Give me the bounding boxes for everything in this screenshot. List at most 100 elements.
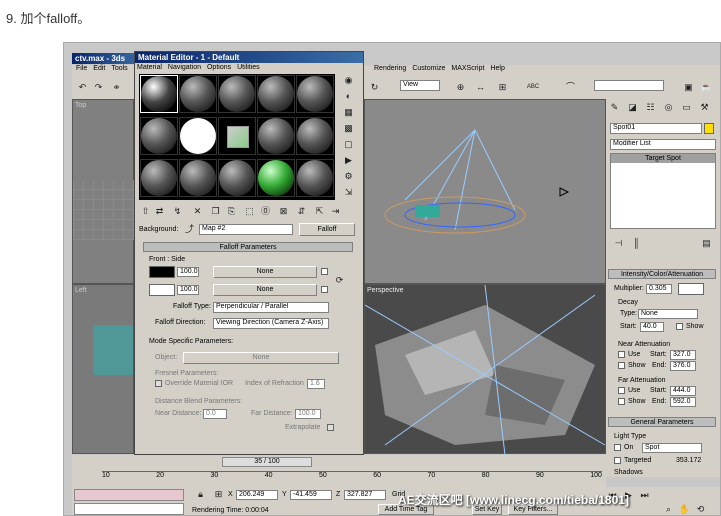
copy-material-icon[interactable]: ❐ [209, 205, 222, 218]
viewport-top[interactable] [364, 99, 606, 284]
menu-maxscript[interactable]: MAXScript [451, 65, 484, 72]
pin-stack-icon[interactable]: ⊣ [612, 237, 625, 250]
sample-slot-7[interactable] [179, 117, 217, 155]
link-icon[interactable]: ⚭ [110, 81, 123, 94]
side-color-swatch[interactable] [149, 284, 175, 296]
near-show-checkbox[interactable] [618, 362, 625, 369]
x-coordinate-field[interactable]: 206.249 [236, 490, 278, 500]
uv-tiling-icon[interactable]: ▩ [342, 122, 355, 135]
side-map-button[interactable]: None [213, 284, 317, 296]
sample-slot-3[interactable] [218, 75, 256, 113]
extrapolate-checkbox[interactable] [327, 424, 334, 431]
configure-sets-icon[interactable]: ▤ [700, 237, 713, 250]
rollout-general[interactable]: General Parameters [608, 417, 716, 427]
background-icon[interactable]: ▦ [342, 106, 355, 119]
select-icon[interactable]: ↻ [368, 81, 381, 94]
motion-tab-icon[interactable]: ◎ [662, 101, 675, 114]
show-end-result-icon[interactable]: ║ [630, 237, 643, 250]
track-bar-ticks[interactable]: 10 20 30 40 50 60 70 80 90 100 [102, 471, 602, 479]
pan-icon[interactable]: ✋ [678, 503, 691, 515]
object-pick-button[interactable]: None [183, 352, 339, 364]
override-ior-checkbox[interactable] [155, 380, 162, 387]
reset-map-icon[interactable]: ✕ [191, 205, 204, 218]
map-name-field[interactable]: Map #2 [199, 224, 293, 235]
viewport-perspective[interactable]: Perspective [364, 284, 606, 455]
map-type-button[interactable]: Falloff [299, 223, 355, 236]
align-icon[interactable]: ⊞ [496, 81, 509, 94]
decay-start-spinner[interactable]: 40.0 [640, 322, 664, 332]
sample-slot-11[interactable] [140, 159, 178, 197]
pivot-icon[interactable]: ⊕ [454, 81, 467, 94]
lock-selection-icon[interactable]: 🔒︎ [194, 488, 207, 501]
light-color-swatch[interactable] [678, 283, 704, 295]
prompt-line[interactable] [74, 503, 184, 515]
go-forward-sibling-icon[interactable]: ⇥ [329, 205, 342, 218]
swap-colors-icon[interactable]: ⟳ [333, 274, 346, 287]
mat-menu-navigation[interactable]: Navigation [168, 64, 201, 71]
multiplier-spinner[interactable]: 0.305 [646, 284, 672, 294]
named-selection-set[interactable] [594, 80, 664, 91]
menu-file[interactable]: File [76, 65, 87, 72]
menu-help[interactable]: Help [490, 65, 504, 72]
side-map-checkbox[interactable] [321, 286, 328, 293]
front-amount-spinner[interactable]: 100.0 [177, 267, 199, 277]
options-icon[interactable]: ⚙ [342, 170, 355, 183]
decay-show-checkbox[interactable] [676, 323, 683, 330]
zoom-icon[interactable]: ⌕ [662, 503, 675, 515]
put-to-library-icon[interactable]: ⬚ [243, 205, 256, 218]
mirror-icon[interactable]: ↔ [474, 81, 487, 94]
sample-slot-5[interactable] [296, 75, 334, 113]
front-map-button[interactable]: None [213, 266, 317, 278]
side-amount-spinner[interactable]: 100.0 [177, 285, 199, 295]
reference-coord-select[interactable]: View [400, 80, 440, 91]
redo-icon[interactable]: ↷ [92, 81, 105, 94]
targeted-checkbox[interactable] [614, 457, 621, 464]
sample-slot-8[interactable] [218, 117, 256, 155]
sample-slot-4[interactable] [257, 75, 295, 113]
curve-editor-icon[interactable]: ⌒ [564, 81, 577, 94]
sample-type-icon[interactable]: ◉ [342, 74, 355, 87]
mat-menu-material[interactable]: Material [137, 64, 162, 71]
sample-slot-13[interactable] [218, 159, 256, 197]
create-tab-icon[interactable]: ✎ [608, 101, 621, 114]
orbit-icon[interactable]: ⟲ [694, 503, 707, 515]
falloff-direction-select[interactable]: Viewing Direction (Camera Z-Axis) [213, 318, 329, 329]
object-name-field[interactable]: Spot01 [610, 123, 702, 134]
select-by-material-icon[interactable]: ⇲ [342, 186, 355, 199]
z-coordinate-field[interactable]: 327.827 [344, 490, 386, 500]
video-check-icon[interactable]: ▢ [342, 138, 355, 151]
far-show-checkbox[interactable] [618, 398, 625, 405]
far-end-spinner[interactable]: 592.0 [670, 397, 696, 407]
assign-material-icon[interactable]: ↯ [171, 205, 184, 218]
go-to-end-icon[interactable]: ⏭ [638, 489, 651, 502]
absolute-mode-icon[interactable]: ⊞ [212, 488, 225, 501]
show-end-result-mat-icon[interactable]: ⇵ [295, 205, 308, 218]
sample-slot-12[interactable] [179, 159, 217, 197]
backlight-icon[interactable]: ◐ [342, 90, 355, 103]
go-to-parent-icon[interactable]: ⇱ [313, 205, 326, 218]
falloff-type-select[interactable]: Perpendicular / Parallel [213, 302, 329, 313]
ior-spinner[interactable]: 1.6 [307, 379, 325, 389]
sample-slot-1[interactable] [140, 75, 178, 113]
sample-slot-15[interactable] [296, 159, 334, 197]
rollout-intensity[interactable]: Intensity/Color/Attenuation [608, 269, 716, 279]
make-preview-icon[interactable]: ▶ [342, 154, 355, 167]
render-icon[interactable]: ▣ [682, 81, 695, 94]
teapot-icon[interactable]: ☕ [700, 81, 713, 94]
viewport-top-left[interactable]: Top [72, 99, 135, 284]
front-map-checkbox[interactable] [321, 268, 328, 275]
display-tab-icon[interactable]: ▭ [680, 101, 693, 114]
show-map-icon[interactable]: ⊠ [277, 205, 290, 218]
far-start-spinner[interactable]: 444.0 [670, 386, 696, 396]
sample-slot-2[interactable] [179, 75, 217, 113]
object-color-swatch[interactable] [704, 123, 714, 134]
sample-slot-14[interactable] [257, 159, 295, 197]
near-end-spinner[interactable]: 376.0 [670, 361, 696, 371]
get-material-icon[interactable]: ⇧ [139, 205, 152, 218]
far-use-checkbox[interactable] [618, 387, 625, 394]
menu-tools[interactable]: Tools [111, 65, 127, 72]
sample-slot-6[interactable] [140, 117, 178, 155]
light-on-checkbox[interactable] [614, 444, 621, 451]
light-type-select[interactable]: Spot [642, 443, 702, 453]
menu-rendering[interactable]: Rendering [374, 65, 406, 72]
